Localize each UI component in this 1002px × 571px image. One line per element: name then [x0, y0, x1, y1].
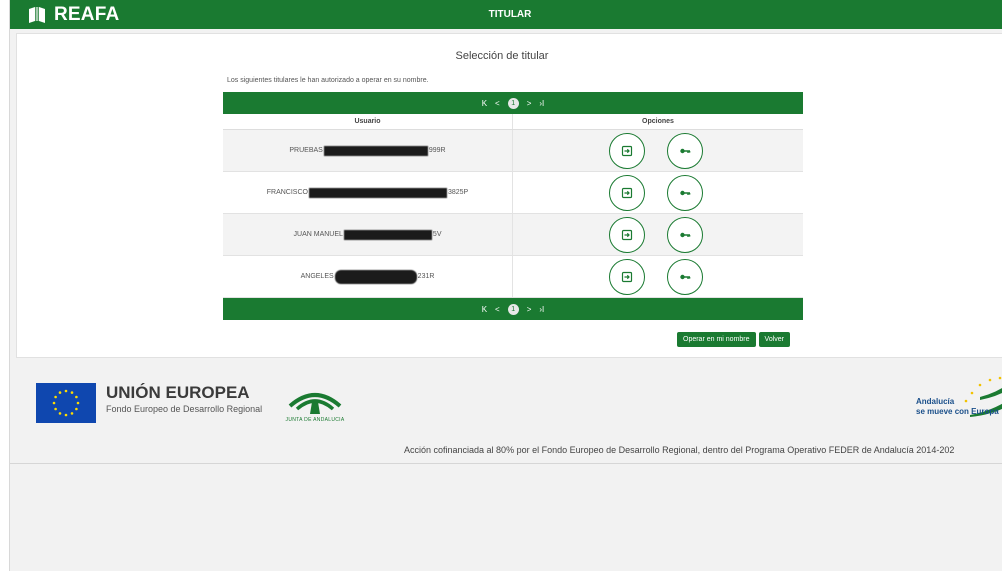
user-name-prefix: ANGELES [300, 273, 334, 280]
user-cell: JUAN MANUEL 5V [223, 214, 513, 255]
intro-text: Los siguientes titulares le han autoriza… [227, 77, 429, 84]
pager-bottom: K < 1 > ›I [223, 298, 803, 320]
user-name-prefix: JUAN MANUEL [293, 231, 343, 238]
permissions-button[interactable] [667, 216, 703, 253]
permissions-button[interactable] [667, 132, 703, 169]
operate-as-holder-button[interactable] [609, 174, 645, 211]
user-cell: ANGELES 231R [223, 256, 513, 297]
table-row: JUAN MANUEL 5V [223, 214, 803, 256]
pager-prev-button[interactable]: < [495, 305, 500, 314]
pager-next-button[interactable]: > [527, 305, 532, 314]
pager-top: K < 1 > ›I [223, 92, 803, 114]
user-cell: FRANCISCO 3825P [223, 172, 513, 213]
table-row: ANGELES 231R [223, 256, 803, 298]
user-id-suffix: 5V [432, 231, 442, 238]
pager-current-page[interactable]: 1 [507, 303, 519, 315]
table-row: PRUEBAS 999R [223, 130, 803, 172]
back-button[interactable]: Volver [758, 332, 790, 347]
pager-first-button[interactable]: K [482, 305, 487, 314]
login-icon [621, 187, 633, 198]
pager-first-button[interactable]: K [482, 99, 487, 108]
login-icon [621, 145, 633, 156]
login-icon [621, 271, 633, 282]
holder-selection-card: Selección de titular Los siguientes titu… [16, 33, 1002, 358]
user-cell: PRUEBAS 999R [223, 130, 513, 171]
eu-subtitle: Fondo Europeo de Desarrollo Regional [106, 404, 263, 414]
pager-current-page[interactable]: 1 [507, 97, 519, 109]
permissions-button[interactable] [667, 174, 703, 211]
andalucia-label-line1: Andalucía [916, 397, 955, 406]
operate-as-holder-button[interactable] [609, 258, 645, 295]
user-name-prefix: FRANCISCO [266, 189, 308, 196]
key-icon [680, 232, 691, 237]
book-icon [29, 7, 45, 23]
user-id-suffix: 999R [428, 147, 446, 154]
pager-last-button[interactable]: ›I [539, 305, 544, 314]
redacted-block [308, 187, 447, 198]
key-icon [680, 190, 691, 195]
redacted-block [343, 229, 432, 240]
window-left-frame [0, 0, 10, 571]
options-cell [513, 214, 803, 255]
andalucia-label-line2: se mueve con Europa [916, 407, 999, 416]
junta-label: JUNTA DE ANDALUCIA [285, 417, 345, 423]
eu-title: UNIÓN EUROPEA [106, 383, 250, 402]
operate-as-holder-button[interactable] [609, 132, 645, 169]
login-icon [621, 229, 633, 240]
pager-last-button[interactable]: ›I [539, 99, 544, 108]
key-icon [680, 148, 691, 153]
redacted-block [334, 269, 417, 284]
brand-name: REAFA [54, 4, 120, 25]
user-id-suffix: 3825P [447, 189, 469, 196]
key-icon [680, 274, 691, 279]
pager-next-button[interactable]: > [527, 99, 532, 108]
options-cell [513, 256, 803, 297]
user-name-prefix: PRUEBAS [289, 147, 323, 154]
table-header: Usuario Opciones [223, 114, 803, 130]
eu-flag-icon [36, 383, 96, 423]
cofinancing-note: Acción cofinanciada al 80% por el Fondo … [404, 445, 955, 455]
action-buttons: Operar en mi nombre Volver [677, 332, 790, 347]
funding-footer: UNIÓN EUROPEA Fondo Europeo de Desarroll… [10, 370, 1002, 464]
redacted-block [323, 145, 428, 156]
table-row: FRANCISCO 3825P [223, 172, 803, 214]
operate-as-holder-button[interactable] [609, 216, 645, 253]
holders-table: K < 1 > ›I Usuario Opciones PRUEBAS 999R [223, 92, 803, 320]
user-id-suffix: 231R [417, 273, 435, 280]
top-bar: REAFA TITULAR [10, 0, 1002, 29]
pager-prev-button[interactable]: < [495, 99, 500, 108]
card-title: Selección de titular [455, 50, 549, 62]
options-cell [513, 130, 803, 171]
page-title: TITULAR [488, 9, 532, 20]
brand[interactable]: REAFA [28, 4, 119, 26]
column-header-options: Opciones [642, 118, 674, 125]
options-cell [513, 172, 803, 213]
column-header-user[interactable]: Usuario [223, 114, 513, 129]
operate-in-my-name-button[interactable]: Operar en mi nombre [677, 332, 756, 347]
permissions-button[interactable] [667, 258, 703, 295]
